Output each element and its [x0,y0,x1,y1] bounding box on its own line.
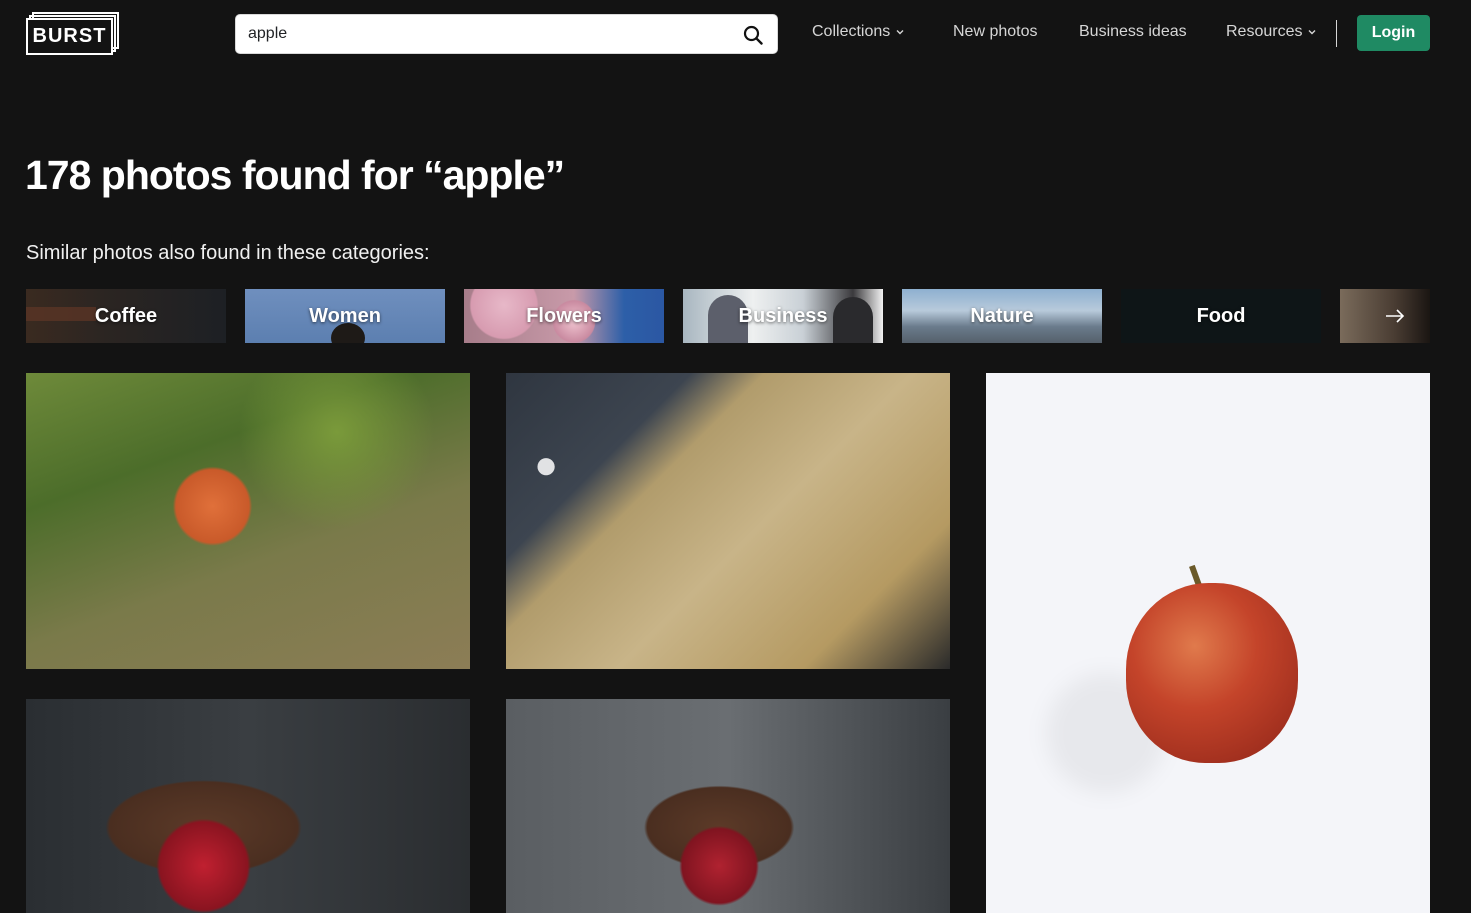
categories-subtitle: Similar photos also found in these categ… [26,242,430,264]
burst-logo[interactable]: BURST [26,12,119,55]
chevron-down-icon [1308,30,1316,35]
category-label: Coffee [94,304,158,327]
category-label: Flowers [526,304,602,327]
photo-laptop-typing[interactable]: ● [506,373,950,669]
nav-new-photos[interactable]: New photos [953,23,1038,41]
nav-collections-label: Collections [812,23,891,40]
category-coffee[interactable]: Coffee [26,289,226,343]
nav-resources-label: Resources [1226,23,1303,40]
category-business[interactable]: Business [683,289,883,343]
category-next[interactable] [1340,289,1430,343]
photo-hands-holding-apple[interactable] [506,699,950,913]
category-label: Business [738,304,828,327]
nav-new-photos-label: New photos [953,23,1038,40]
category-strip: Coffee Women Flowers Business Nature Foo… [26,289,1430,343]
logo-text: BURST [26,18,113,55]
photo-hands-holding-apple[interactable] [26,699,470,913]
nav-resources[interactable]: Resources [1226,23,1316,41]
search-icon[interactable] [743,25,763,45]
category-food[interactable]: Food [1121,289,1321,343]
category-nature[interactable]: Nature [902,289,1102,343]
search-bar [235,14,778,54]
photo-apple-on-tree[interactable] [26,373,470,669]
category-label: Nature [970,304,1034,327]
category-label: Women [309,304,381,327]
search-input[interactable] [248,15,728,53]
photo-red-apple-white[interactable] [986,373,1430,913]
category-women[interactable]: Women [245,289,445,343]
chevron-down-icon [896,30,904,35]
nav-divider [1336,20,1337,47]
category-label: Food [1196,304,1246,327]
nav-business-ideas-label: Business ideas [1079,23,1187,40]
apple-shape [1126,583,1298,763]
category-flowers[interactable]: Flowers [464,289,664,343]
login-button[interactable]: Login [1357,15,1430,51]
nav-business-ideas[interactable]: Business ideas [1079,23,1187,41]
nav-collections[interactable]: Collections [812,23,904,41]
arrow-right-icon[interactable] [1384,308,1406,324]
apple-logo-icon: ● [534,443,559,487]
page-title: 178 photos found for “apple” [25,152,565,198]
